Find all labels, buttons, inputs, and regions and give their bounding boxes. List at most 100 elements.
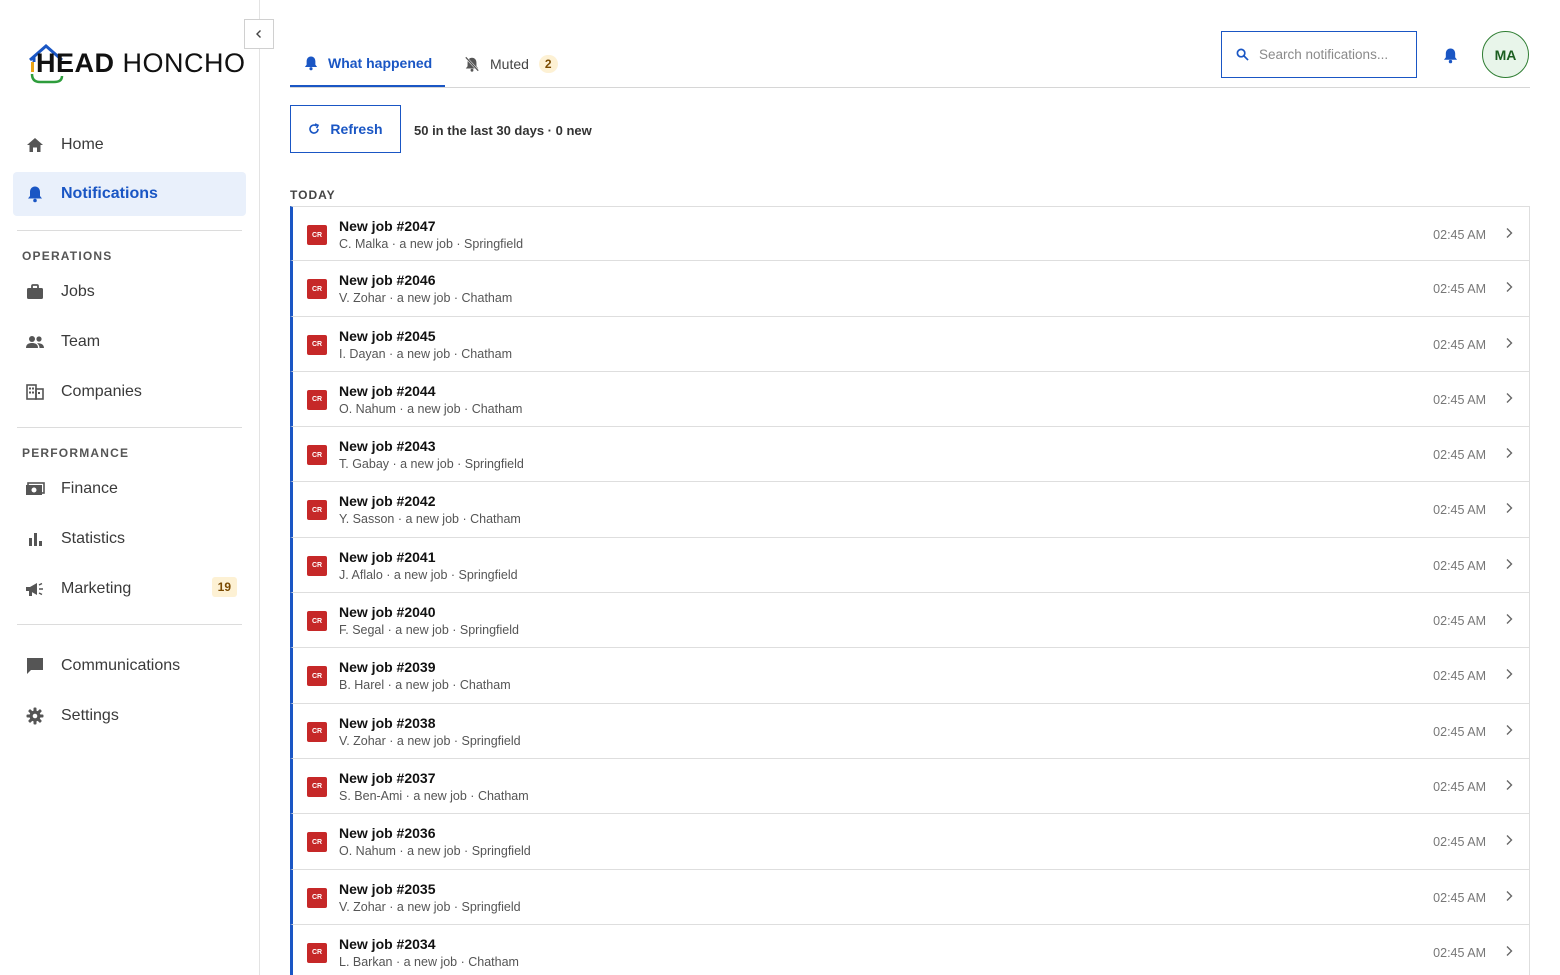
notification-title: New job #2034 bbox=[339, 935, 436, 952]
source-badge: CR bbox=[307, 611, 327, 632]
notification-text: New job #2035 V. Zohar · a new job · Spri… bbox=[339, 881, 521, 916]
notification-subtitle: O. Nahum · a new job · Chatham bbox=[339, 401, 523, 416]
tab-what-happened[interactable]: What happened bbox=[290, 40, 445, 87]
notification-time: 02:45 AM bbox=[1433, 669, 1486, 684]
tab-label: What happened bbox=[328, 54, 433, 71]
chevron-right-icon bbox=[1505, 779, 1513, 791]
brand-logo[interactable]: HEAD HONCHO bbox=[26, 40, 245, 86]
notification-time: 02:45 AM bbox=[1433, 337, 1486, 352]
notification-text: New job #2040 F. Segal · a new job · Spri… bbox=[339, 604, 519, 639]
notification-text: New job #2043 T. Gabay · a new job · Spri… bbox=[339, 438, 524, 473]
notification-subtitle: L. Barkan · a new job · Chatham bbox=[339, 954, 519, 969]
source-badge: CR bbox=[307, 389, 327, 410]
notification-text: New job #2044 O. Nahum · a new job · Chat… bbox=[339, 383, 522, 418]
chevron-right-icon bbox=[1505, 447, 1513, 459]
notification-subtitle: V. Zohar · a new job · Chatham bbox=[339, 291, 513, 306]
tab-muted[interactable]: Muted 2 bbox=[462, 40, 572, 87]
sidebar-item-label: Statistics bbox=[61, 530, 126, 547]
sidebar-item-finance[interactable]: Finance bbox=[13, 467, 246, 511]
avatar[interactable]: MA bbox=[1482, 31, 1529, 78]
list-item[interactable]: CR New job #2036 O. Nahum · a new job · Sp… bbox=[290, 814, 1530, 870]
notification-text: New job #2037 S. Ben-Ami · a new job · Ch… bbox=[339, 770, 529, 805]
list-item[interactable]: CR New job #2043 T. Gabay · a new job · Sp… bbox=[290, 427, 1530, 483]
notification-title: New job #2042 bbox=[339, 493, 436, 510]
source-badge: CR bbox=[307, 721, 327, 742]
search-icon bbox=[1236, 48, 1249, 61]
notification-title: New job #2047 bbox=[339, 218, 436, 234]
home-icon bbox=[24, 134, 46, 156]
notification-time: 02:45 AM bbox=[1433, 835, 1486, 850]
notification-subtitle: O. Nahum · a new job · Springfield bbox=[339, 844, 531, 859]
list-item[interactable]: CR New job #2041 J. Aflalo · a new job · S… bbox=[290, 537, 1530, 594]
search-box[interactable] bbox=[1221, 31, 1417, 78]
collapse-sidebar-button[interactable] bbox=[244, 19, 274, 49]
list-item[interactable]: CR New job #2038 V. Zohar · a new job · Sp… bbox=[290, 703, 1530, 759]
chevron-right-icon bbox=[1505, 724, 1513, 736]
sidebar-item-settings[interactable]: Settings bbox=[13, 694, 246, 738]
bell-icon bbox=[24, 183, 46, 205]
chevron-right-icon bbox=[1505, 392, 1513, 404]
notification-time: 02:45 AM bbox=[1433, 503, 1486, 518]
sidebar-divider bbox=[17, 230, 242, 231]
list-item[interactable]: CR New job #2034 L. Barkan · a new job · C… bbox=[290, 924, 1530, 975]
chevron-right-icon bbox=[1505, 281, 1513, 293]
chevron-right-icon bbox=[1505, 890, 1513, 902]
notification-subtitle: C. Malka · a new job · Springfield bbox=[339, 237, 524, 251]
sidebar-item-label: Notifications bbox=[61, 185, 158, 202]
chevron-right-icon bbox=[1505, 668, 1513, 680]
megaphone-icon bbox=[24, 578, 46, 600]
notification-time: 02:45 AM bbox=[1433, 448, 1486, 463]
notification-title: New job #2040 bbox=[339, 604, 436, 621]
building-icon bbox=[24, 381, 46, 403]
notification-list: CR New job #2047 C. Malka · a new job · Sp… bbox=[290, 206, 1530, 975]
sidebar-item-jobs[interactable]: Jobs bbox=[13, 270, 246, 314]
list-item[interactable]: CR New job #2044 O. Nahum · a new job · Ch… bbox=[290, 371, 1530, 428]
list-item[interactable]: CR New job #2047 C. Malka · a new job · Sp… bbox=[290, 206, 1530, 262]
bar-chart-icon bbox=[24, 528, 46, 550]
notification-title: New job #2038 bbox=[339, 714, 436, 731]
notifications-bell-button[interactable] bbox=[1439, 44, 1461, 66]
sidebar-item-notifications[interactable]: Notifications bbox=[13, 172, 246, 216]
list-item[interactable]: CR New job #2046 V. Zohar · a new job · Ch… bbox=[290, 261, 1530, 317]
notification-title: New job #2044 bbox=[339, 382, 436, 399]
notification-time: 02:45 AM bbox=[1433, 779, 1486, 794]
sidebar-item-statistics[interactable]: Statistics bbox=[13, 517, 246, 561]
list-item[interactable]: CR New job #2035 V. Zohar · a new job · Sp… bbox=[290, 869, 1530, 925]
gear-icon bbox=[24, 705, 46, 727]
sidebar-item-label: Settings bbox=[61, 707, 119, 724]
notification-subtitle: V. Zohar · a new job · Springfield bbox=[339, 733, 521, 748]
notification-subtitle: J. Aflalo · a new job · Springfield bbox=[339, 567, 518, 582]
notification-time: 02:45 AM bbox=[1433, 392, 1486, 407]
notification-time: 02:45 AM bbox=[1433, 724, 1486, 739]
sidebar-item-companies[interactable]: Companies bbox=[13, 370, 246, 414]
sidebar: HEAD HONCHO Home Notifications OPERATION… bbox=[0, 0, 260, 975]
notification-text: New job #2039 B. Harel · a new job · Chat… bbox=[339, 659, 511, 694]
chevron-right-icon bbox=[1505, 613, 1513, 625]
sidebar-item-label: Companies bbox=[61, 383, 142, 400]
sidebar-item-home[interactable]: Home bbox=[13, 123, 246, 167]
sidebar-item-team[interactable]: Team bbox=[13, 320, 246, 364]
notification-title: New job #2036 bbox=[339, 825, 436, 842]
list-item[interactable]: CR New job #2037 S. Ben-Ami · a new job · … bbox=[290, 758, 1530, 815]
source-badge: CR bbox=[307, 334, 327, 355]
marketing-count-badge: 19 bbox=[211, 577, 237, 597]
sidebar-item-communications[interactable]: Communications bbox=[13, 644, 246, 688]
brand-name: HEAD HONCHO bbox=[36, 47, 246, 78]
refresh-label: Refresh bbox=[330, 121, 383, 137]
notification-subtitle: Y. Sasson · a new job · Chatham bbox=[339, 512, 521, 527]
sidebar-item-label: Team bbox=[61, 333, 101, 350]
sidebar-item-label: Jobs bbox=[61, 283, 95, 300]
list-item[interactable]: CR New job #2042 Y. Sasson · a new job · C… bbox=[290, 482, 1530, 538]
notification-text: New job #2047 C. Malka · a new job · Spri… bbox=[339, 218, 523, 253]
list-item[interactable]: CR New job #2039 B. Harel · a new job · Ch… bbox=[290, 648, 1530, 704]
sidebar-item-marketing[interactable]: Marketing 19 bbox=[13, 567, 246, 611]
notification-subtitle: F. Segal · a new job · Springfield bbox=[339, 623, 519, 638]
notification-time: 02:45 AM bbox=[1433, 558, 1486, 573]
source-badge: CR bbox=[307, 942, 327, 963]
notification-text: New job #2046 V. Zohar · a new job · Chat… bbox=[339, 272, 512, 307]
list-item[interactable]: CR New job #2045 I. Dayan · a new job · Ch… bbox=[290, 316, 1530, 372]
search-input[interactable] bbox=[1259, 47, 1409, 62]
list-item[interactable]: CR New job #2040 F. Segal · a new job · Sp… bbox=[290, 593, 1530, 649]
refresh-button[interactable]: Refresh bbox=[290, 105, 401, 153]
section-label-performance: PERFORMANCE bbox=[22, 446, 130, 460]
